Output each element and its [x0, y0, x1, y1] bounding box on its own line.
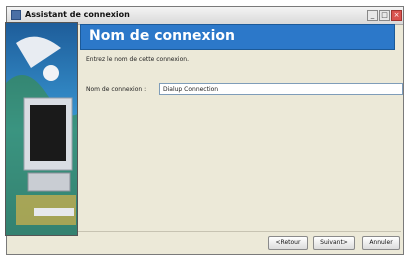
wizard-side-image — [5, 22, 78, 236]
back-button[interactable]: <Retour — [268, 236, 308, 250]
maximize-icon[interactable]: □ — [379, 10, 390, 21]
next-button[interactable]: Suivant> — [313, 236, 355, 250]
instruction-text: Entrez le nom de cette connexion. — [86, 56, 189, 63]
close-icon[interactable]: × — [391, 10, 402, 21]
minimize-icon[interactable]: _ — [367, 10, 378, 21]
wizard-header: Nom de connexion — [80, 24, 395, 50]
computer-illustration-icon — [6, 23, 77, 235]
window-title: Assistant de connexion — [25, 10, 130, 19]
divider — [78, 231, 401, 232]
cancel-button[interactable]: Annuler — [362, 236, 400, 250]
connection-name-input[interactable] — [159, 83, 403, 95]
connection-name-label: Nom de connexion : — [86, 86, 147, 93]
modem-icon — [11, 10, 21, 20]
page-title: Nom de connexion — [89, 28, 235, 44]
